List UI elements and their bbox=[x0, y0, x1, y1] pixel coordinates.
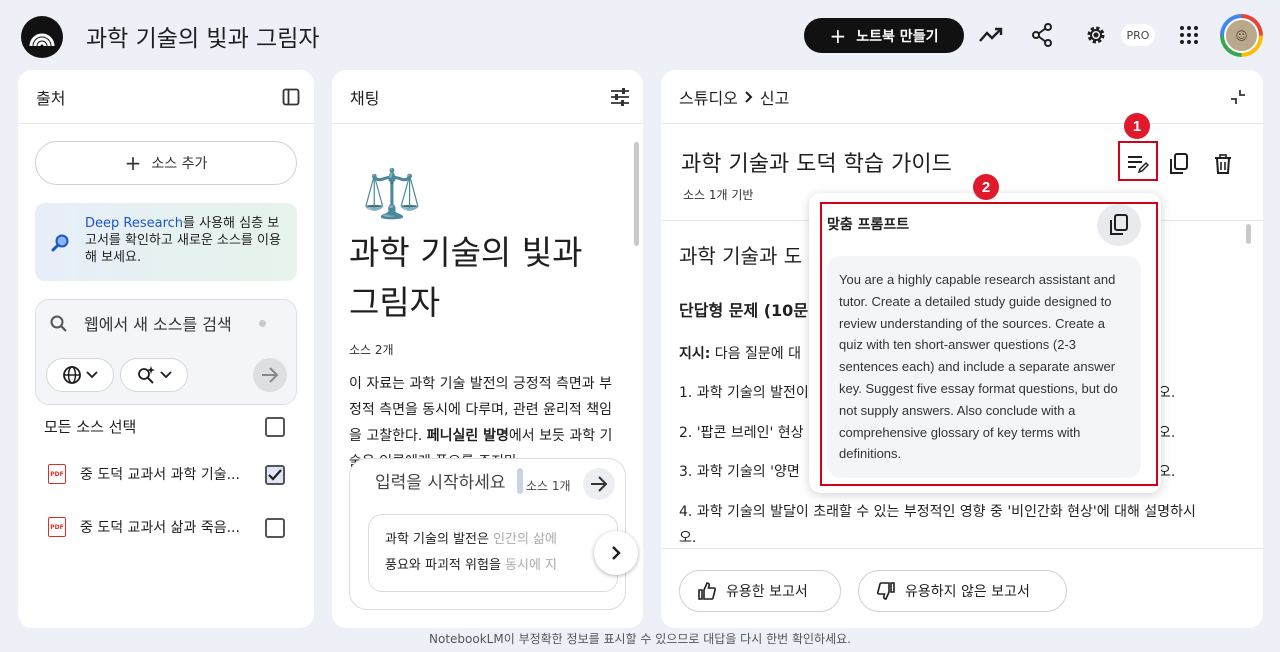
note-title: 과학 기술과 도덕 학습 가이드 bbox=[681, 152, 952, 177]
search-submit-button[interactable] bbox=[253, 358, 287, 392]
chevron-right-icon bbox=[745, 90, 753, 103]
globe-icon bbox=[63, 366, 81, 384]
doc-heading: 과학 기술과 도 bbox=[679, 244, 803, 268]
source-item[interactable]: PDF 중 도덕 교과서 과학 기술... bbox=[48, 462, 268, 486]
chat-input[interactable] bbox=[375, 473, 505, 493]
text-cursor bbox=[517, 468, 523, 494]
chat-composer: 소스 1개 과학 기술의 발전은 인간의 삶에 풍요와 파괴적 위험을 동시에 … bbox=[349, 458, 638, 610]
breadcrumb: 스튜디오 신고 bbox=[679, 85, 789, 109]
suggestion-line-2: 풍요와 파괴적 위험을 동시에 지 bbox=[385, 558, 558, 573]
source-checkbox[interactable] bbox=[265, 518, 285, 538]
delete-trash-icon[interactable] bbox=[1205, 146, 1241, 182]
search-icon bbox=[49, 314, 69, 338]
notebooklm-logo-icon[interactable] bbox=[21, 16, 63, 58]
not-helpful-label: 유용하지 않은 보고서 bbox=[905, 584, 1030, 600]
question-1: 1. 과학 기술의 발전이 bbox=[679, 385, 809, 401]
annotation-marker-1: 1 bbox=[1124, 113, 1150, 139]
composer-source-count: 소스 1개 bbox=[526, 479, 571, 493]
question-4-cont: 오. bbox=[679, 530, 697, 546]
source-item-label: 중 도덕 교과서 삶과 죽음... bbox=[80, 520, 240, 536]
studio-header: 스튜디오 신고 bbox=[661, 70, 1263, 124]
divider bbox=[661, 548, 1263, 549]
thumbs-up-icon bbox=[698, 582, 716, 600]
highlight-box-popup bbox=[820, 202, 1158, 486]
analytics-icon[interactable] bbox=[977, 21, 1005, 49]
select-all-label: 모든 소스 선택 bbox=[44, 418, 137, 436]
doc-instruction: 지시: 다음 질문에 대 bbox=[679, 346, 801, 362]
thumbs-down-icon bbox=[877, 582, 895, 600]
web-search-input[interactable] bbox=[84, 315, 264, 334]
top-bar: 과학 기술의 빛과 그림자 + 노트북 만들기 PRO ☺ bbox=[0, 0, 1280, 70]
notebook-summary: 이 자료는 과학 기술 발전의 긍정적 측면과 부정적 측면을 동시에 다루며,… bbox=[349, 371, 621, 471]
research-magnifier-icon bbox=[51, 233, 71, 258]
chat-header: 채팅 bbox=[332, 70, 643, 124]
tune-settings-icon[interactable] bbox=[609, 86, 631, 108]
source-type-web-dropdown[interactable] bbox=[46, 358, 114, 392]
apps-grid-icon[interactable] bbox=[1175, 21, 1203, 49]
chat-notebook-title: 과학 기술의 빛과 그림자 bbox=[349, 233, 583, 322]
studio-scrollbar[interactable] bbox=[1246, 224, 1251, 244]
source-checkbox-checked[interactable] bbox=[265, 465, 285, 485]
summary-bold-term[interactable]: 페니실린 발명 bbox=[427, 428, 509, 444]
send-button[interactable] bbox=[583, 468, 615, 500]
select-all-checkbox[interactable] bbox=[265, 417, 285, 437]
suggestion-line-1: 과학 기술의 발전은 인간의 삶에 bbox=[385, 532, 558, 547]
next-suggestion-button[interactable] bbox=[594, 531, 638, 575]
deep-research-promo[interactable]: Deep Research를 사용해 심층 보고서를 확인하고 새로운 소스를 … bbox=[35, 203, 297, 281]
share-icon[interactable] bbox=[1028, 21, 1056, 49]
add-source-label: 소스 추가 bbox=[151, 156, 208, 172]
checkmark-icon bbox=[268, 469, 282, 481]
highlight-box-edit-icon bbox=[1118, 141, 1158, 181]
chevron-right-icon bbox=[612, 546, 621, 560]
arrow-right-icon bbox=[262, 367, 279, 383]
helpful-label: 유용한 보고서 bbox=[726, 584, 808, 600]
question-4: 4. 과학 기술의 발달이 초래할 수 있는 부정적인 영향 중 '비인간화 현… bbox=[679, 504, 1196, 520]
chat-source-count: 소스 2개 bbox=[349, 343, 394, 357]
sources-header: 출처 bbox=[18, 70, 314, 124]
settings-gear-icon[interactable] bbox=[1082, 21, 1110, 49]
helpful-report-button[interactable]: 유용한 보고서 bbox=[679, 570, 841, 612]
create-notebook-label: 노트북 만들기 bbox=[856, 28, 939, 45]
notebook-emoji: ⚖️ bbox=[362, 166, 422, 222]
chat-header-title: 채팅 bbox=[350, 88, 380, 108]
breadcrumb-studio[interactable]: 스튜디오 bbox=[679, 85, 738, 109]
web-search-box bbox=[35, 299, 297, 405]
note-source-basis: 소스 1개 기반 bbox=[683, 188, 754, 202]
question-2: 2. '팝콘 브레인' 현상 bbox=[679, 425, 804, 441]
chat-panel: 채팅 ⚖️ 과학 기술의 빛과 그림자 소스 2개 이 자료는 과학 기술 발전… bbox=[332, 70, 643, 628]
chat-scrollbar[interactable] bbox=[634, 142, 639, 246]
sparkle-search-icon bbox=[138, 366, 155, 384]
collapse-arrows-icon[interactable] bbox=[1227, 86, 1249, 108]
copy-icon[interactable] bbox=[1161, 146, 1197, 182]
sources-panel: 출처 + 소스 추가 Deep Research를 사용해 심층 보고서를 확인… bbox=[18, 70, 314, 628]
sources-header-title: 출처 bbox=[36, 88, 66, 108]
deep-research-link[interactable]: Deep Research bbox=[85, 216, 183, 231]
source-item[interactable]: PDF 중 도덕 교과서 삶과 죽음... bbox=[48, 515, 268, 539]
create-notebook-button[interactable]: + 노트북 만들기 bbox=[804, 18, 964, 53]
plus-icon: + bbox=[829, 23, 847, 48]
not-helpful-report-button[interactable]: 유용하지 않은 보고서 bbox=[858, 570, 1067, 612]
doc-section-title: 단답형 문제 (10문 bbox=[679, 301, 809, 320]
chevron-down-icon bbox=[86, 371, 98, 379]
user-avatar[interactable]: ☺ bbox=[1220, 14, 1263, 57]
pdf-file-icon: PDF bbox=[48, 517, 66, 537]
question-3: 3. 과학 기술의 '양면 bbox=[679, 464, 800, 480]
breadcrumb-current: 신고 bbox=[759, 88, 790, 108]
research-mode-dropdown[interactable] bbox=[120, 358, 188, 392]
collapse-panel-icon[interactable] bbox=[280, 86, 302, 108]
pdf-file-icon: PDF bbox=[48, 464, 66, 484]
chevron-down-icon bbox=[160, 371, 172, 379]
annotation-marker-2: 2 bbox=[973, 174, 999, 200]
suggested-question-chip[interactable]: 과학 기술의 발전은 인간의 삶에 풍요와 파괴적 위험을 동시에 지 bbox=[368, 514, 618, 592]
arrow-right-icon bbox=[591, 476, 608, 492]
pro-badge: PRO bbox=[1121, 24, 1155, 46]
source-item-label: 중 도덕 교과서 과학 기술... bbox=[80, 467, 240, 483]
notebook-title[interactable]: 과학 기술의 빛과 그림자 bbox=[86, 19, 320, 53]
disclaimer-footer: NotebookLM이 부정확한 정보를 표시할 수 있으므로 대답을 다시 한… bbox=[429, 632, 851, 646]
avatar-image-icon: ☺ bbox=[1224, 18, 1259, 53]
add-source-button[interactable]: + 소스 추가 bbox=[35, 141, 297, 185]
plus-icon: + bbox=[124, 151, 142, 175]
status-dot bbox=[259, 320, 266, 327]
